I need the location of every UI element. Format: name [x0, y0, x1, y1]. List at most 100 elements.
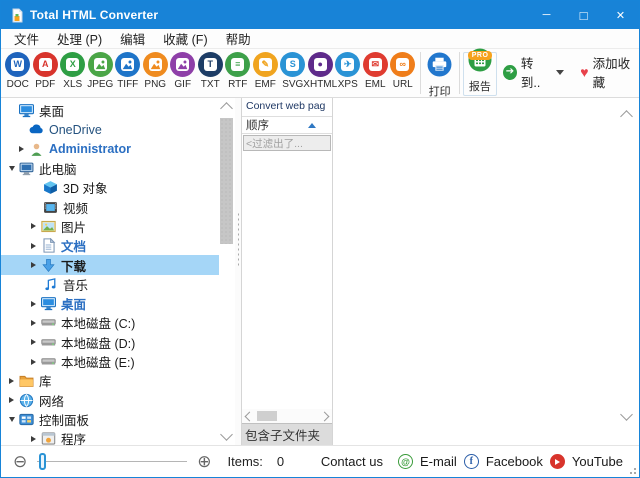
menu-item-1[interactable]: 处理 (P)	[48, 27, 111, 50]
scroll-left-icon[interactable]	[244, 411, 255, 421]
tree-item-本地磁盘 (C:)[interactable]: 本地磁盘 (C:)	[1, 313, 219, 332]
expander-collapsed-icon[interactable]	[9, 397, 19, 404]
preview-scroll-down-icon[interactable]	[620, 408, 633, 421]
maximize-button[interactable]: □	[565, 1, 602, 29]
hscrollbar-thumb[interactable]	[257, 411, 277, 421]
tree-item-label: 库	[39, 375, 52, 390]
file-list-hscrollbar[interactable]	[242, 409, 332, 423]
expander-collapsed-icon[interactable]	[9, 377, 19, 384]
menu-item-2[interactable]: 编辑	[111, 27, 154, 50]
menu-item-3[interactable]: 收藏 (F)	[154, 27, 216, 50]
expander-collapsed-icon[interactable]	[31, 435, 41, 442]
close-button[interactable]: ✕	[602, 1, 639, 29]
menu-item-4[interactable]: 帮助	[217, 27, 260, 50]
order-column-header[interactable]: 顺序	[242, 116, 332, 134]
file-list-panel: Convert web pag 顺序 <过滤出了... 包含子文件夹	[241, 98, 333, 445]
contact-us-link[interactable]: Contact us	[321, 454, 383, 469]
resize-grip[interactable]	[628, 466, 636, 474]
scroll-up-icon[interactable]	[220, 102, 233, 115]
facebook-icon[interactable]: f	[463, 454, 479, 469]
format-gif-button[interactable]: GIF	[169, 52, 197, 90]
expander-collapsed-icon[interactable]	[31, 319, 41, 326]
sort-ascending-icon	[308, 122, 316, 128]
tree-item-网络[interactable]: 网络	[1, 390, 219, 409]
panel-splitter[interactable]	[235, 98, 241, 445]
expander-collapsed-icon[interactable]	[31, 262, 41, 269]
tree-scrollbar-thumb[interactable]	[220, 118, 233, 244]
tree-item-OneDrive[interactable]: OneDrive	[1, 120, 219, 139]
order-column-label: 顺序	[246, 120, 269, 132]
format-tiff-button[interactable]: TIFF	[114, 52, 142, 90]
format-txt-button[interactable]: T TXT	[197, 52, 225, 90]
zoom-in-button[interactable]: ⊕	[197, 453, 211, 470]
tree-item-label: Administrator	[49, 142, 131, 157]
format-eml-icon: ✉	[362, 52, 388, 77]
expander-collapsed-icon[interactable]	[31, 339, 41, 346]
expander-collapsed-icon[interactable]	[31, 223, 41, 230]
format-xls-button[interactable]: X XLS	[59, 52, 87, 90]
format-png-button[interactable]: PNG	[142, 52, 170, 90]
tree-item-label: 桌面	[61, 298, 87, 313]
preview-scroll-up-icon[interactable]	[620, 110, 633, 123]
tree-item-桌面[interactable]: 桌面	[1, 101, 219, 120]
expander-collapsed-icon[interactable]	[31, 242, 41, 249]
format-xps-button[interactable]: ✈ XPS	[334, 52, 362, 90]
disk-icon	[41, 335, 56, 350]
format-jpeg-button[interactable]: JPEG	[87, 52, 115, 90]
tree-item-库[interactable]: 库	[1, 371, 219, 390]
facebook-link[interactable]: Facebook	[486, 454, 543, 469]
format-xhtml-button[interactable]: ● XHTML	[303, 52, 337, 90]
format-emf-button[interactable]: ✎ EMF	[252, 52, 280, 90]
format-url-button[interactable]: ∞ URL	[389, 52, 417, 90]
expander-collapsed-icon[interactable]	[31, 358, 41, 365]
zoom-out-button[interactable]: ⊖	[13, 453, 27, 470]
email-link[interactable]: E-mail	[420, 454, 457, 469]
add-favorite-button[interactable]: ♥ 添加收藏	[580, 53, 639, 91]
tree-item-下载[interactable]: 下载	[1, 255, 219, 275]
expander-expanded-icon[interactable]	[9, 416, 19, 422]
report-button[interactable]: PRO 报告	[462, 48, 498, 96]
tree-item-控制面板[interactable]: 控制面板	[1, 410, 219, 429]
tree-item-label: 本地磁盘 (E:)	[61, 356, 135, 370]
tree-item-此电脑[interactable]: 此电脑	[1, 159, 219, 178]
menu-item-0[interactable]: 文件	[5, 27, 48, 50]
tree-item-label: 网络	[39, 394, 65, 409]
pc-icon	[19, 161, 34, 176]
tree-item-文档[interactable]: 文档	[1, 236, 219, 255]
scroll-down-icon[interactable]	[220, 428, 233, 441]
youtube-link[interactable]: YouTube	[572, 454, 623, 469]
expander-expanded-icon[interactable]	[9, 166, 19, 172]
format-pdf-button[interactable]: A PDF	[32, 52, 60, 90]
tree-item-label: 本地磁盘 (C:)	[61, 317, 136, 332]
minimize-button[interactable]: ─	[528, 1, 565, 29]
zoom-slider-thumb[interactable]	[39, 452, 47, 470]
tree-item-音乐[interactable]: 音乐	[1, 275, 219, 294]
format-rtf-button[interactable]: ≡ RTF	[224, 52, 252, 90]
chevron-down-icon	[556, 69, 565, 75]
tree-item-3D 对象[interactable]: 3D 对象	[1, 178, 219, 197]
tree-item-图片[interactable]: 图片	[1, 217, 219, 236]
expander-collapsed-icon[interactable]	[31, 300, 41, 307]
title-bar: Total HTML Converter ─ □ ✕	[1, 1, 639, 29]
tree-item-本地磁盘 (E:)[interactable]: 本地磁盘 (E:)	[1, 352, 219, 371]
email-icon[interactable]: @	[397, 454, 413, 469]
zoom-slider[interactable]	[37, 452, 188, 472]
tree-item-视频[interactable]: 视频	[1, 197, 219, 216]
scroll-right-icon[interactable]	[319, 411, 330, 421]
goto-button[interactable]: ➔ 转到..	[503, 53, 565, 91]
format-xhtml-icon: ●	[307, 52, 333, 77]
tree-scrollbar[interactable]	[219, 98, 235, 445]
folder-tree: 桌面 OneDrive Administrator 此电脑 3D 对象 视频 图片 文档 下载音…	[1, 98, 219, 445]
tree-item-Administrator[interactable]: Administrator	[1, 140, 219, 159]
youtube-icon[interactable]	[549, 454, 565, 469]
format-doc-button[interactable]: W DOC	[4, 52, 32, 90]
desktop-icon	[41, 296, 56, 311]
expander-collapsed-icon[interactable]	[19, 146, 29, 153]
print-button[interactable]: 打印	[424, 52, 456, 99]
tree-item-程序[interactable]: 程序	[1, 429, 219, 445]
tree-item-桌面[interactable]: 桌面	[1, 294, 219, 313]
tree-item-本地磁盘 (D:)[interactable]: 本地磁盘 (D:)	[1, 333, 219, 352]
tree-item-label: OneDrive	[49, 122, 102, 137]
include-subfolders-button[interactable]: 包含子文件夹	[242, 423, 332, 445]
format-eml-button[interactable]: ✉ EML	[362, 52, 390, 90]
